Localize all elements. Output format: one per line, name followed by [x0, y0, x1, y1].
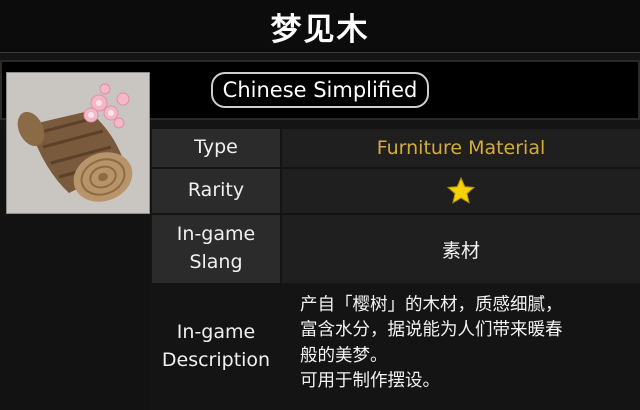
slang-value: 素材 — [282, 215, 640, 285]
star-icon — [446, 176, 476, 204]
language-badge[interactable]: Chinese Simplified — [210, 72, 430, 108]
type-value: Furniture Material — [282, 129, 640, 169]
rarity-label: Rarity — [152, 169, 280, 215]
title-bar: 梦见木 — [0, 0, 640, 53]
page-title: 梦见木 — [270, 11, 370, 48]
slang-label: In-game Slang — [152, 215, 280, 285]
rarity-value — [282, 169, 640, 215]
cherry-blossom-log-icon — [6, 72, 150, 214]
description-label: In-game Description — [152, 285, 280, 410]
description-value: 产自「樱树」的木材，质感细腻， 富含水分，据说能为人们带来暖春 般的美梦。 可用… — [282, 285, 640, 410]
type-label: Type — [152, 129, 280, 169]
description-text: 产自「樱树」的木材，质感细腻， 富含水分，据说能为人们带来暖春 般的美梦。 可用… — [300, 295, 563, 392]
